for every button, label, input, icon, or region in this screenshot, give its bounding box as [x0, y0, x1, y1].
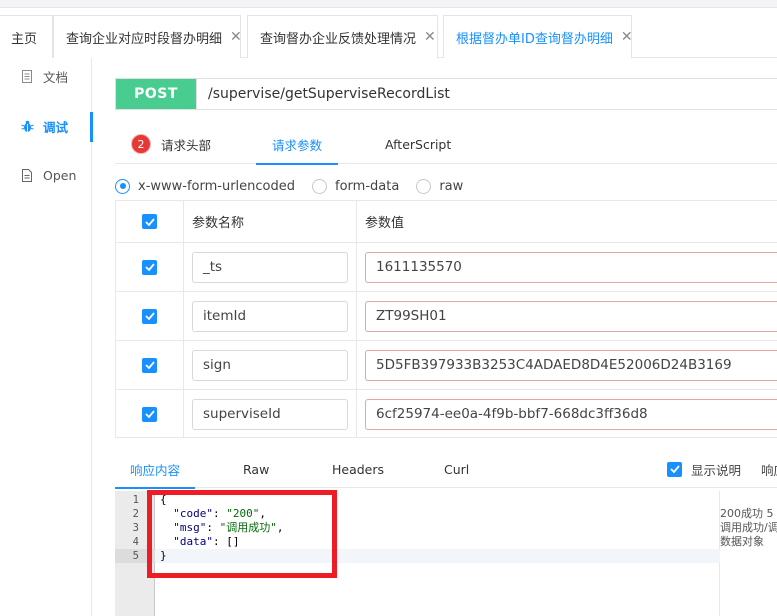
tab-label: AfterScript — [385, 136, 452, 152]
tab-afterscript[interactable]: AfterScript — [385, 124, 451, 164]
select-all-checkbox[interactable] — [142, 214, 157, 229]
code-line: "data": [] — [173, 535, 240, 548]
table-row: _ts 1611135570 — [116, 243, 777, 292]
param-name-input[interactable]: _ts — [192, 251, 348, 283]
row-checkbox[interactable] — [142, 259, 157, 275]
param-name-input[interactable]: sign — [192, 349, 348, 381]
sidebar-item-label: Open — [43, 167, 77, 183]
tab-bar: 主页 查询企业对应时段督办明细 ✕ 查询督办企业反馈处理情况 ✕ 根据督办单ID… — [0, 8, 777, 59]
tab-enterprise-period[interactable]: 查询企业对应时段督办明细 ✕ — [53, 15, 242, 58]
tab-headers[interactable]: Headers — [332, 450, 384, 488]
top-strip — [0, 0, 777, 8]
document-icon — [20, 69, 34, 83]
radio-form-data[interactable]: form-data — [312, 178, 400, 194]
table-row: itemId ZT99SH01 — [116, 292, 777, 341]
tab-label: 请求参数 — [271, 137, 322, 153]
table-row: sign 5D5FB397933B3253C4ADAED8D4E52006D24… — [116, 341, 777, 390]
tab-label: 响应内容 — [129, 462, 180, 478]
param-value-input[interactable]: 1611135570 — [365, 251, 777, 283]
tab-label: 请求头部 — [161, 137, 212, 153]
column-header-value: 参数值 — [365, 216, 405, 231]
description-line: 调用成功/调 — [720, 521, 777, 534]
description-line: 数据对象 — [720, 535, 764, 548]
close-icon[interactable]: ✕ — [230, 30, 242, 44]
param-name-input[interactable]: superviseId — [192, 398, 348, 430]
tab-label: 查询督办企业反馈处理情况 — [260, 31, 417, 47]
sidebar-item-docs[interactable]: 文档 — [0, 58, 92, 94]
line-number: 4 — [132, 536, 139, 548]
radio-indicator[interactable] — [115, 178, 130, 194]
params-table: 参数名称 参数值 _ts 1611135570 itemId ZT99SH01 … — [115, 200, 777, 438]
code-line: { — [160, 493, 167, 506]
tab-feedback[interactable]: 查询督办企业反馈处理情况 ✕ — [247, 15, 438, 58]
response-description-panel: 200成功 5 调用成功/调 数据对象 — [720, 491, 777, 616]
row-checkbox[interactable] — [142, 308, 157, 324]
tab-label: 查询企业对应时段督办明细 — [66, 31, 223, 47]
code-line: "msg": "调用成功", — [173, 521, 284, 534]
response-tabs: 响应内容 Raw Headers Curl 显示说明 响应 — [115, 450, 777, 489]
tab-label: 根据督办单ID查询督办明细 — [456, 31, 613, 47]
radio-indicator[interactable] — [312, 178, 328, 194]
response-editor[interactable]: 1 2 3 4 5 { "code": "200", "msg": "调用成功"… — [115, 491, 720, 616]
url-input[interactable]: /supervise/getSuperviseRecordList — [196, 79, 777, 109]
column-header-name: 参数名称 — [184, 201, 357, 242]
param-value-input[interactable]: 5D5FB397933B3253C4ADAED8D4E52006D24B3169 — [365, 349, 777, 381]
tab-label: Headers — [332, 461, 385, 477]
body-type-radios: x-www-form-urlencoded form-data raw — [115, 176, 480, 196]
table-row: superviseId 6cf25974-ee0a-4f9b-bbf7-668d… — [116, 390, 777, 438]
radio-indicator[interactable] — [416, 178, 432, 194]
sidebar-item-debug[interactable]: 调试 — [0, 108, 93, 144]
method-badge[interactable]: POST — [116, 79, 196, 109]
radio-urlencoded[interactable]: x-www-form-urlencoded — [115, 178, 296, 194]
line-gutter: 1 2 3 4 5 — [115, 491, 155, 616]
request-url-bar: POST /supervise/getSuperviseRecordList — [115, 78, 777, 110]
code-area[interactable]: { "code": "200", "msg": "调用成功", "data": … — [155, 491, 720, 616]
code-line: "code": "200", — [173, 507, 266, 520]
response-tab-truncated[interactable]: 响应 — [761, 450, 777, 488]
table-header-row: 参数名称 参数值 — [116, 201, 777, 243]
tab-request-params[interactable]: 请求参数 — [256, 124, 338, 165]
tab-response-content[interactable]: 响应内容 — [115, 450, 195, 489]
param-value-input[interactable]: ZT99SH01 — [365, 300, 777, 332]
sidebar-item-open[interactable]: Open — [0, 157, 92, 193]
tab-label: Curl — [444, 461, 470, 477]
radio-label: form-data — [335, 178, 400, 194]
description-line: 200成功 5 — [720, 507, 774, 520]
tab-home[interactable]: 主页 — [0, 15, 53, 58]
code-line: } — [155, 549, 720, 563]
line-number: 1 — [132, 494, 139, 506]
tab-label: 主页 — [11, 31, 38, 47]
param-value-input[interactable]: 6cf25974-ee0a-4f9b-bbf7-668dc3ff36d8 — [365, 398, 777, 430]
param-name-input[interactable]: itemId — [192, 300, 348, 332]
line-number: 5 — [115, 549, 155, 563]
radio-label: x-www-form-urlencoded — [138, 178, 296, 194]
tab-label: Raw — [243, 461, 270, 477]
line-number: 2 — [132, 508, 139, 520]
radio-label: raw — [439, 178, 464, 194]
show-description-toggle[interactable]: 显示说明 — [667, 450, 741, 488]
row-checkbox[interactable] — [142, 357, 157, 373]
request-tabs: 2 请求头部 请求参数 AfterScript — [115, 124, 777, 165]
tab-curl[interactable]: Curl — [444, 450, 469, 488]
radio-raw[interactable]: raw — [416, 178, 464, 194]
count-badge: 2 — [131, 134, 151, 154]
close-icon[interactable]: ✕ — [621, 30, 633, 44]
bug-icon — [20, 119, 34, 133]
main-content: POST /supervise/getSuperviseRecordList 2… — [93, 58, 777, 616]
sidebar-item-label: 文档 — [43, 69, 69, 85]
sidebar: 文档 调试 Open — [0, 58, 93, 616]
show-description-checkbox[interactable] — [667, 461, 682, 477]
line-number: 3 — [132, 522, 139, 534]
tab-raw[interactable]: Raw — [243, 450, 269, 488]
close-icon[interactable]: ✕ — [424, 30, 436, 44]
tab-request-headers[interactable]: 2 请求头部 — [131, 124, 211, 164]
file-icon — [20, 168, 34, 182]
sidebar-item-label: 调试 — [43, 119, 69, 135]
row-checkbox[interactable] — [142, 406, 157, 422]
show-description-label: 显示说明 — [691, 462, 742, 478]
tab-query-by-id[interactable]: 根据督办单ID查询督办明细 ✕ — [443, 15, 633, 59]
